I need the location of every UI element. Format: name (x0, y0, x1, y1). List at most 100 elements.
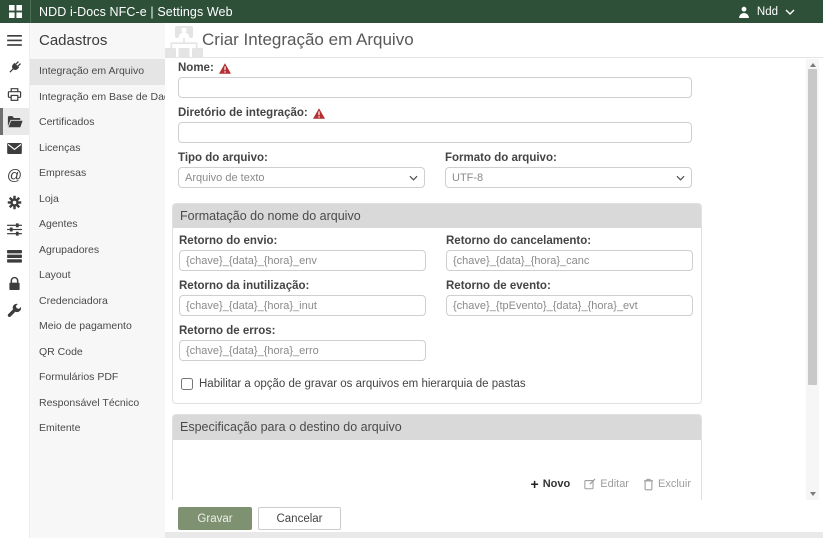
hierarquia-checkbox-label: Habilitar a opção de gravar os arquivos … (199, 378, 526, 390)
apps-grid-icon (9, 5, 22, 18)
retorno-erros-input[interactable] (179, 340, 426, 361)
retorno-erros-label: Retorno de erros: (179, 325, 276, 337)
top-bar: NDD i-Docs NFC-e | Settings Web Ndd (0, 0, 823, 23)
user-menu[interactable]: Ndd (738, 6, 795, 18)
form-footer: Gravar Cancelar (178, 507, 341, 530)
topbar-divider (30, 0, 31, 23)
excluir-button[interactable]: Excluir (643, 478, 691, 491)
cancelar-button[interactable]: Cancelar (258, 507, 341, 530)
rail-item-integrations[interactable] (0, 54, 29, 81)
retorno-envio-label: Retorno do envio: (179, 235, 277, 247)
tipo-arquivo-select[interactable]: Arquivo de texto (178, 167, 425, 188)
diretorio-label: Diretório de integração: (178, 107, 325, 119)
rail-item-tools[interactable] (0, 297, 29, 324)
sidebar-item-credenciadora[interactable]: Credenciadora (30, 289, 165, 315)
formatacao-panel-title: Formatação do nome do arquivo (173, 204, 701, 228)
sidebar-item-certificados[interactable]: Certificados (30, 110, 165, 136)
rail-item-email-settings[interactable]: @ (0, 162, 29, 189)
sitemap-watermark-icon (165, 26, 204, 58)
user-name: Ndd (757, 6, 778, 18)
sidebar-item-agrupadores[interactable]: Agrupadores (30, 238, 165, 264)
rail-item-preferences[interactable] (0, 216, 29, 243)
mail-icon (7, 143, 22, 154)
rail-item-printers[interactable] (0, 81, 29, 108)
warning-icon (219, 63, 231, 74)
rail-item-security[interactable] (0, 270, 29, 297)
sidebar: Cadastros Integração em Arquivo Integraç… (30, 23, 165, 538)
lock-icon (8, 276, 21, 291)
form-scroll-area: Nome: Diretório de integração: (165, 59, 805, 500)
sidebar-item-meio-pagamento[interactable]: Meio de pagamento (30, 314, 165, 340)
sidebar-item-integracao-base-dados[interactable]: Integração em Base de Dados (30, 85, 165, 111)
editar-button[interactable]: Editar (584, 478, 629, 490)
formatacao-panel: Formatação do nome do arquivo Retorno do… (172, 203, 702, 404)
sidebar-item-layout[interactable]: Layout (30, 263, 165, 289)
retorno-inutilizacao-label: Retorno da inutilização: (179, 280, 309, 292)
rail-item-files[interactable] (0, 108, 29, 135)
icon-rail: @ (0, 23, 30, 538)
rail-item-settings[interactable] (0, 189, 29, 216)
formato-arquivo-value: UTF-8 (452, 172, 483, 184)
warning-icon (313, 108, 325, 119)
wrench-icon (7, 303, 22, 318)
sliders-icon (7, 223, 22, 236)
sidebar-item-formularios-pdf[interactable]: Formulários PDF (30, 365, 165, 391)
rail-item-servers[interactable] (0, 243, 29, 270)
menu-toggle-button[interactable] (0, 27, 29, 54)
bottom-strip (165, 532, 823, 538)
tipo-arquivo-label: Tipo do arquivo: (178, 152, 268, 164)
formato-arquivo-select[interactable]: UTF-8 (445, 167, 692, 188)
scrollbar-thumb[interactable] (808, 69, 817, 385)
sidebar-item-agentes[interactable]: Agentes (30, 212, 165, 238)
hierarquia-checkbox[interactable] (181, 378, 193, 390)
vertical-scrollbar[interactable] (806, 59, 819, 500)
sidebar-item-responsavel-tecnico[interactable]: Responsável Técnico (30, 391, 165, 417)
retorno-cancelamento-label: Retorno do cancelamento: (446, 235, 591, 247)
diretorio-input[interactable] (178, 122, 692, 143)
especificacao-panel-title: Especificação para o destino do arquivo (173, 415, 701, 440)
plus-icon: + (531, 477, 539, 491)
retorno-cancelamento-input[interactable] (446, 250, 693, 271)
page-title: Criar Integração em Arquivo (202, 23, 414, 57)
sidebar-item-emitente[interactable]: Emitente (30, 416, 165, 442)
chevron-down-icon (785, 9, 795, 15)
scroll-down-arrow[interactable] (806, 488, 819, 500)
retorno-envio-input[interactable] (179, 250, 426, 271)
tipo-arquivo-value: Arquivo de texto (185, 172, 265, 184)
page-header: Criar Integração em Arquivo (165, 23, 823, 58)
gravar-button[interactable]: Gravar (178, 507, 252, 530)
hierarquia-checkbox-row: Habilitar a opção de gravar os arquivos … (181, 378, 526, 390)
gear-icon (7, 195, 22, 210)
hamburger-menu-icon (7, 35, 22, 46)
sidebar-item-loja[interactable]: Loja (30, 187, 165, 213)
chevron-down-icon (676, 175, 685, 181)
retorno-evento-label: Retorno de evento: (446, 280, 551, 292)
trash-icon (643, 478, 654, 491)
printer-icon (7, 87, 22, 102)
chevron-down-icon (409, 175, 418, 181)
sidebar-item-qr-code[interactable]: QR Code (30, 340, 165, 366)
nome-input[interactable] (178, 77, 692, 98)
main-content: Criar Integração em Arquivo Nome: (165, 23, 823, 538)
user-icon (738, 6, 750, 18)
retorno-inutilizacao-input[interactable] (179, 295, 426, 316)
nome-label: Nome: (178, 62, 231, 74)
rail-item-mail[interactable] (0, 135, 29, 162)
at-sign-icon: @ (7, 168, 22, 183)
especificacao-panel: Especificação para o destino do arquivo … (172, 414, 702, 500)
plug-icon (7, 60, 22, 75)
sidebar-title: Cadastros (30, 23, 165, 59)
app-title: NDD i-Docs NFC-e | Settings Web (39, 5, 233, 19)
novo-button[interactable]: + Novo (531, 477, 571, 491)
sidebar-item-empresas[interactable]: Empresas (30, 161, 165, 187)
retorno-evento-input[interactable] (446, 295, 693, 316)
formato-arquivo-label: Formato do arquivo: (445, 152, 557, 164)
sidebar-item-licencas[interactable]: Licenças (30, 136, 165, 162)
app-window: NDD i-Docs NFC-e | Settings Web Ndd (0, 0, 823, 538)
server-stack-icon (7, 250, 22, 263)
destino-toolbar: + Novo Editar (531, 477, 691, 491)
folder-open-icon (7, 115, 23, 128)
sidebar-item-integracao-arquivo[interactable]: Integração em Arquivo (30, 59, 165, 85)
edit-icon (584, 478, 596, 490)
apps-grid-icon[interactable] (0, 0, 30, 23)
